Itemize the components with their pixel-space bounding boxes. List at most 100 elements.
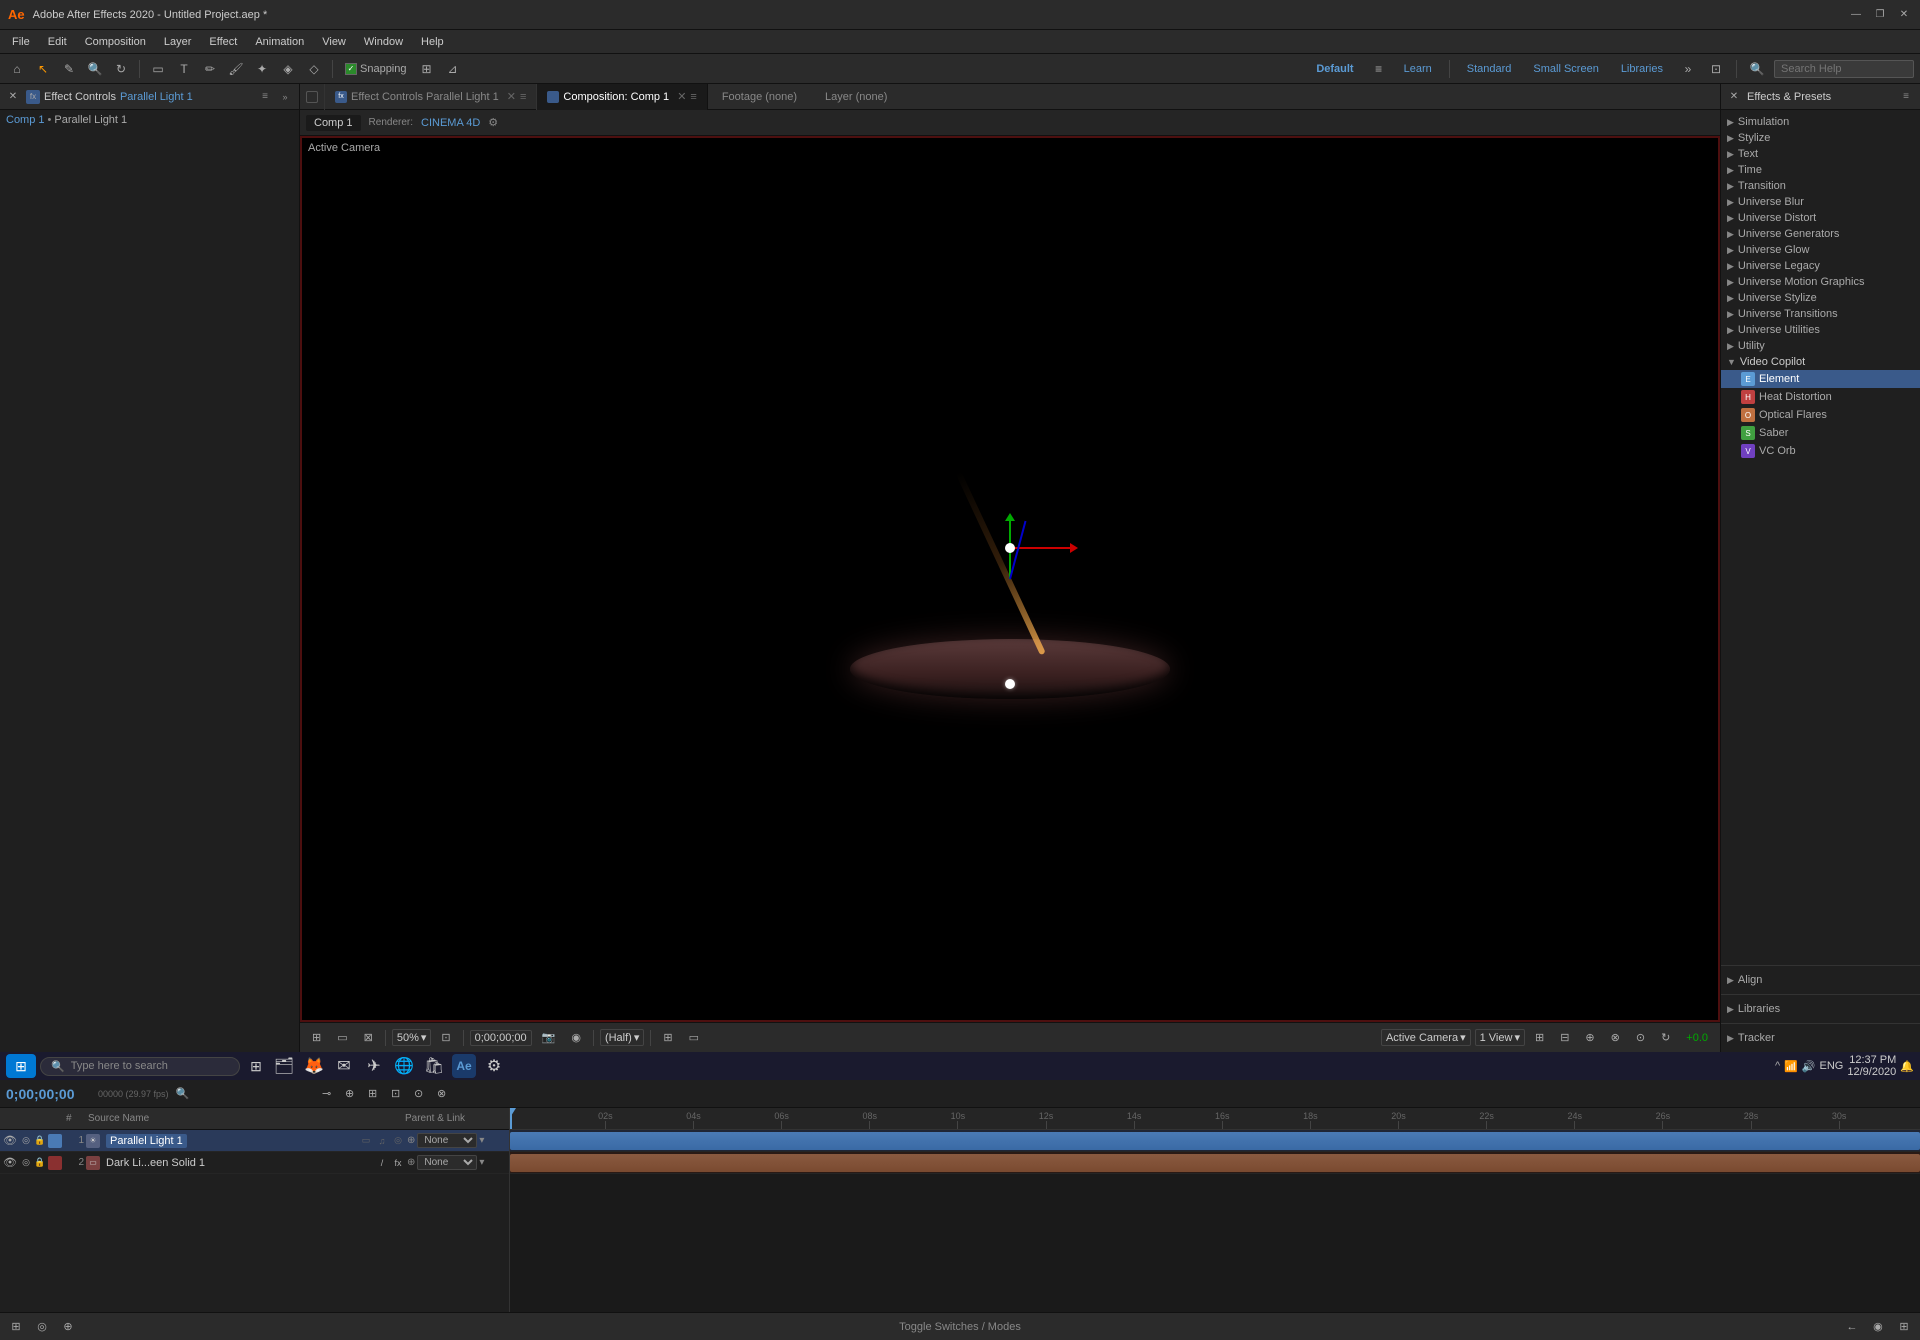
quality-dropdown[interactable]: (Half) ▾ bbox=[600, 1029, 644, 1046]
category-transition[interactable]: ▶ Transition bbox=[1721, 178, 1920, 194]
ec-tab-close[interactable]: ✕ bbox=[507, 90, 516, 103]
tl-3d-btn[interactable]: ⊗ bbox=[432, 1084, 452, 1104]
taskbar-mail[interactable]: ✉ bbox=[332, 1054, 356, 1078]
timecode-plus[interactable]: +0.0 bbox=[1680, 1031, 1714, 1045]
effects-panel-close[interactable]: ✕ bbox=[1727, 90, 1741, 104]
pixel-aspect[interactable]: ▭ bbox=[683, 1030, 705, 1045]
start-button[interactable]: ⊞ bbox=[6, 1054, 36, 1078]
tl-link-btn[interactable]: ⊕ bbox=[340, 1084, 360, 1104]
snapping-toggle[interactable]: ✓ Snapping bbox=[340, 62, 412, 76]
layer2-parent-select[interactable]: None bbox=[417, 1155, 477, 1170]
layer1-parent-select[interactable]: None bbox=[417, 1133, 477, 1148]
snapshot-btn[interactable]: 📷 bbox=[536, 1030, 562, 1045]
vc-btn2[interactable]: ⊟ bbox=[1554, 1030, 1575, 1045]
tray-volume[interactable]: 🔊 bbox=[1802, 1060, 1816, 1073]
category-universe-glow[interactable]: ▶ Universe Glow bbox=[1721, 242, 1920, 258]
category-text[interactable]: ▶ Text bbox=[1721, 146, 1920, 162]
renderer-settings[interactable]: ⚙ bbox=[488, 116, 498, 129]
category-universe-transitions[interactable]: ▶ Universe Transitions bbox=[1721, 306, 1920, 322]
effect-element[interactable]: E Element bbox=[1721, 370, 1920, 388]
viewer[interactable]: Active Camera bbox=[300, 136, 1720, 1022]
panel-menu-btn[interactable]: ≡ bbox=[257, 89, 273, 105]
viewer-comp-tab[interactable]: Comp 1 bbox=[306, 115, 361, 131]
timeline-ruler[interactable]: 02s04s06s08s10s12s14s16s18s20s22s24s26s2… bbox=[510, 1108, 1920, 1130]
menu-edit[interactable]: Edit bbox=[40, 34, 75, 50]
comp-tab-close[interactable]: ✕ bbox=[677, 90, 686, 103]
tab-composition[interactable]: Composition: Comp 1 ✕ ≡ bbox=[537, 84, 707, 110]
snap-checkbox[interactable]: ✓ bbox=[345, 63, 357, 75]
toolbar-mask[interactable]: ⊿ bbox=[442, 58, 464, 80]
category-simulation[interactable]: ▶ Simulation bbox=[1721, 114, 1920, 130]
breadcrumb-layer[interactable]: Parallel Light 1 bbox=[54, 114, 127, 126]
layer2-solo[interactable]: ◎ bbox=[20, 1157, 32, 1168]
breadcrumb-comp[interactable]: Comp 1 bbox=[6, 114, 45, 126]
menu-animation[interactable]: Animation bbox=[247, 34, 312, 50]
vc-btn3[interactable]: ⊕ bbox=[1579, 1030, 1600, 1045]
workspace-menu[interactable]: ≡ bbox=[1368, 58, 1390, 80]
category-utility[interactable]: ▶ Utility bbox=[1721, 338, 1920, 354]
close-button[interactable]: ✕ bbox=[1896, 7, 1912, 23]
panel-close-x[interactable]: ✕ bbox=[6, 90, 20, 104]
taskbar-store[interactable]: 🛍 bbox=[422, 1054, 446, 1078]
taskbar-search[interactable]: 🔍 Type here to search bbox=[40, 1057, 240, 1076]
toolbar-search[interactable]: 🔍 bbox=[84, 58, 106, 80]
tl-motion-blur[interactable]: ⊙ bbox=[409, 1084, 429, 1104]
category-universe-motion-graphics[interactable]: ▶ Universe Motion Graphics bbox=[1721, 274, 1920, 290]
bb-icon1[interactable]: ⊞ bbox=[6, 1317, 26, 1337]
camera-dropdown[interactable]: Active Camera ▾ bbox=[1381, 1029, 1471, 1046]
toolbar-puppet[interactable]: ◇ bbox=[303, 58, 325, 80]
category-universe-distort[interactable]: ▶ Universe Distort bbox=[1721, 210, 1920, 226]
vc-btn5[interactable]: ⊙ bbox=[1630, 1030, 1651, 1045]
vc-grid[interactable]: ⊠ bbox=[358, 1030, 379, 1045]
zoom-dropdown[interactable]: 50% ▾ bbox=[392, 1029, 432, 1046]
bb-arrow-left[interactable]: ← bbox=[1842, 1317, 1862, 1337]
align-header[interactable]: ▶ Align bbox=[1727, 972, 1914, 988]
workspace-expand[interactable]: » bbox=[1677, 58, 1699, 80]
tray-expand[interactable]: ^ bbox=[1775, 1060, 1780, 1072]
layer1-sw-audio[interactable]: ♫ bbox=[375, 1134, 389, 1148]
toolbar-paint[interactable]: 🖌 bbox=[225, 58, 247, 80]
layer2-sw-edit[interactable]: / bbox=[375, 1156, 389, 1170]
color-picker[interactable]: ◉ bbox=[565, 1030, 587, 1045]
tray-network[interactable]: 📶 bbox=[1784, 1060, 1798, 1073]
toolbar-select[interactable]: ↖ bbox=[32, 58, 54, 80]
bb-icon3[interactable]: ⊕ bbox=[58, 1317, 78, 1337]
toolbar-rotate[interactable]: ↻ bbox=[110, 58, 132, 80]
effect-heat-distortion[interactable]: H Heat Distortion bbox=[1721, 388, 1920, 406]
toolbar-rect[interactable]: ▭ bbox=[147, 58, 169, 80]
taskbar-icon8[interactable]: ⚙ bbox=[482, 1054, 506, 1078]
workspace-learn[interactable]: Learn bbox=[1396, 61, 1440, 77]
layer2-parent-arrow[interactable]: ▾ bbox=[479, 1157, 484, 1168]
tracker-header[interactable]: ▶ Tracker bbox=[1727, 1030, 1914, 1046]
workspace-small[interactable]: Small Screen bbox=[1525, 61, 1606, 77]
layer2-lock[interactable]: 🔒 bbox=[34, 1157, 46, 1168]
bb-zoom-slider[interactable]: ◉ bbox=[1868, 1317, 1888, 1337]
tl-solo-btn[interactable]: ⊸ bbox=[317, 1084, 337, 1104]
vc-btn1[interactable]: ⊞ bbox=[1529, 1030, 1550, 1045]
libraries-header[interactable]: ▶ Libraries bbox=[1727, 1001, 1914, 1017]
layer1-name[interactable]: Parallel Light 1 bbox=[102, 1135, 357, 1147]
track-row-1[interactable] bbox=[510, 1130, 1920, 1152]
canvas-area[interactable] bbox=[300, 136, 1720, 1022]
toolbar-pen2[interactable]: ✏ bbox=[199, 58, 221, 80]
menu-file[interactable]: File bbox=[4, 34, 38, 50]
toolbar-grid[interactable]: ⊞ bbox=[416, 58, 438, 80]
workspace-default[interactable]: Default bbox=[1308, 61, 1361, 77]
panel-expand-btn[interactable]: » bbox=[277, 89, 293, 105]
view-dropdown[interactable]: 1 View ▾ bbox=[1475, 1029, 1525, 1046]
bb-icon2[interactable]: ◎ bbox=[32, 1317, 52, 1337]
vc-btn6[interactable]: ↻ bbox=[1655, 1030, 1676, 1045]
vc-preview[interactable]: ▭ bbox=[331, 1030, 353, 1045]
tl-markers-btn[interactable]: ⊡ bbox=[386, 1084, 406, 1104]
menu-effect[interactable]: Effect bbox=[201, 34, 245, 50]
tl-time-display[interactable]: 0;00;00;00 bbox=[6, 1086, 96, 1102]
toolbar-home[interactable]: ⌂ bbox=[6, 58, 28, 80]
tab-effect-controls[interactable]: fx Effect Controls Parallel Light 1 ✕ ≡ bbox=[325, 84, 537, 110]
comp-tab-menu[interactable]: ≡ bbox=[690, 91, 696, 103]
category-universe-utilities[interactable]: ▶ Universe Utilities bbox=[1721, 322, 1920, 338]
category-video-copilot[interactable]: ▼ Video Copilot bbox=[1721, 354, 1920, 370]
menu-view[interactable]: View bbox=[314, 34, 354, 50]
category-universe-blur[interactable]: ▶ Universe Blur bbox=[1721, 194, 1920, 210]
transparency-toggle[interactable]: ⊞ bbox=[657, 1030, 678, 1045]
taskbar-telegram[interactable]: ✈ bbox=[362, 1054, 386, 1078]
